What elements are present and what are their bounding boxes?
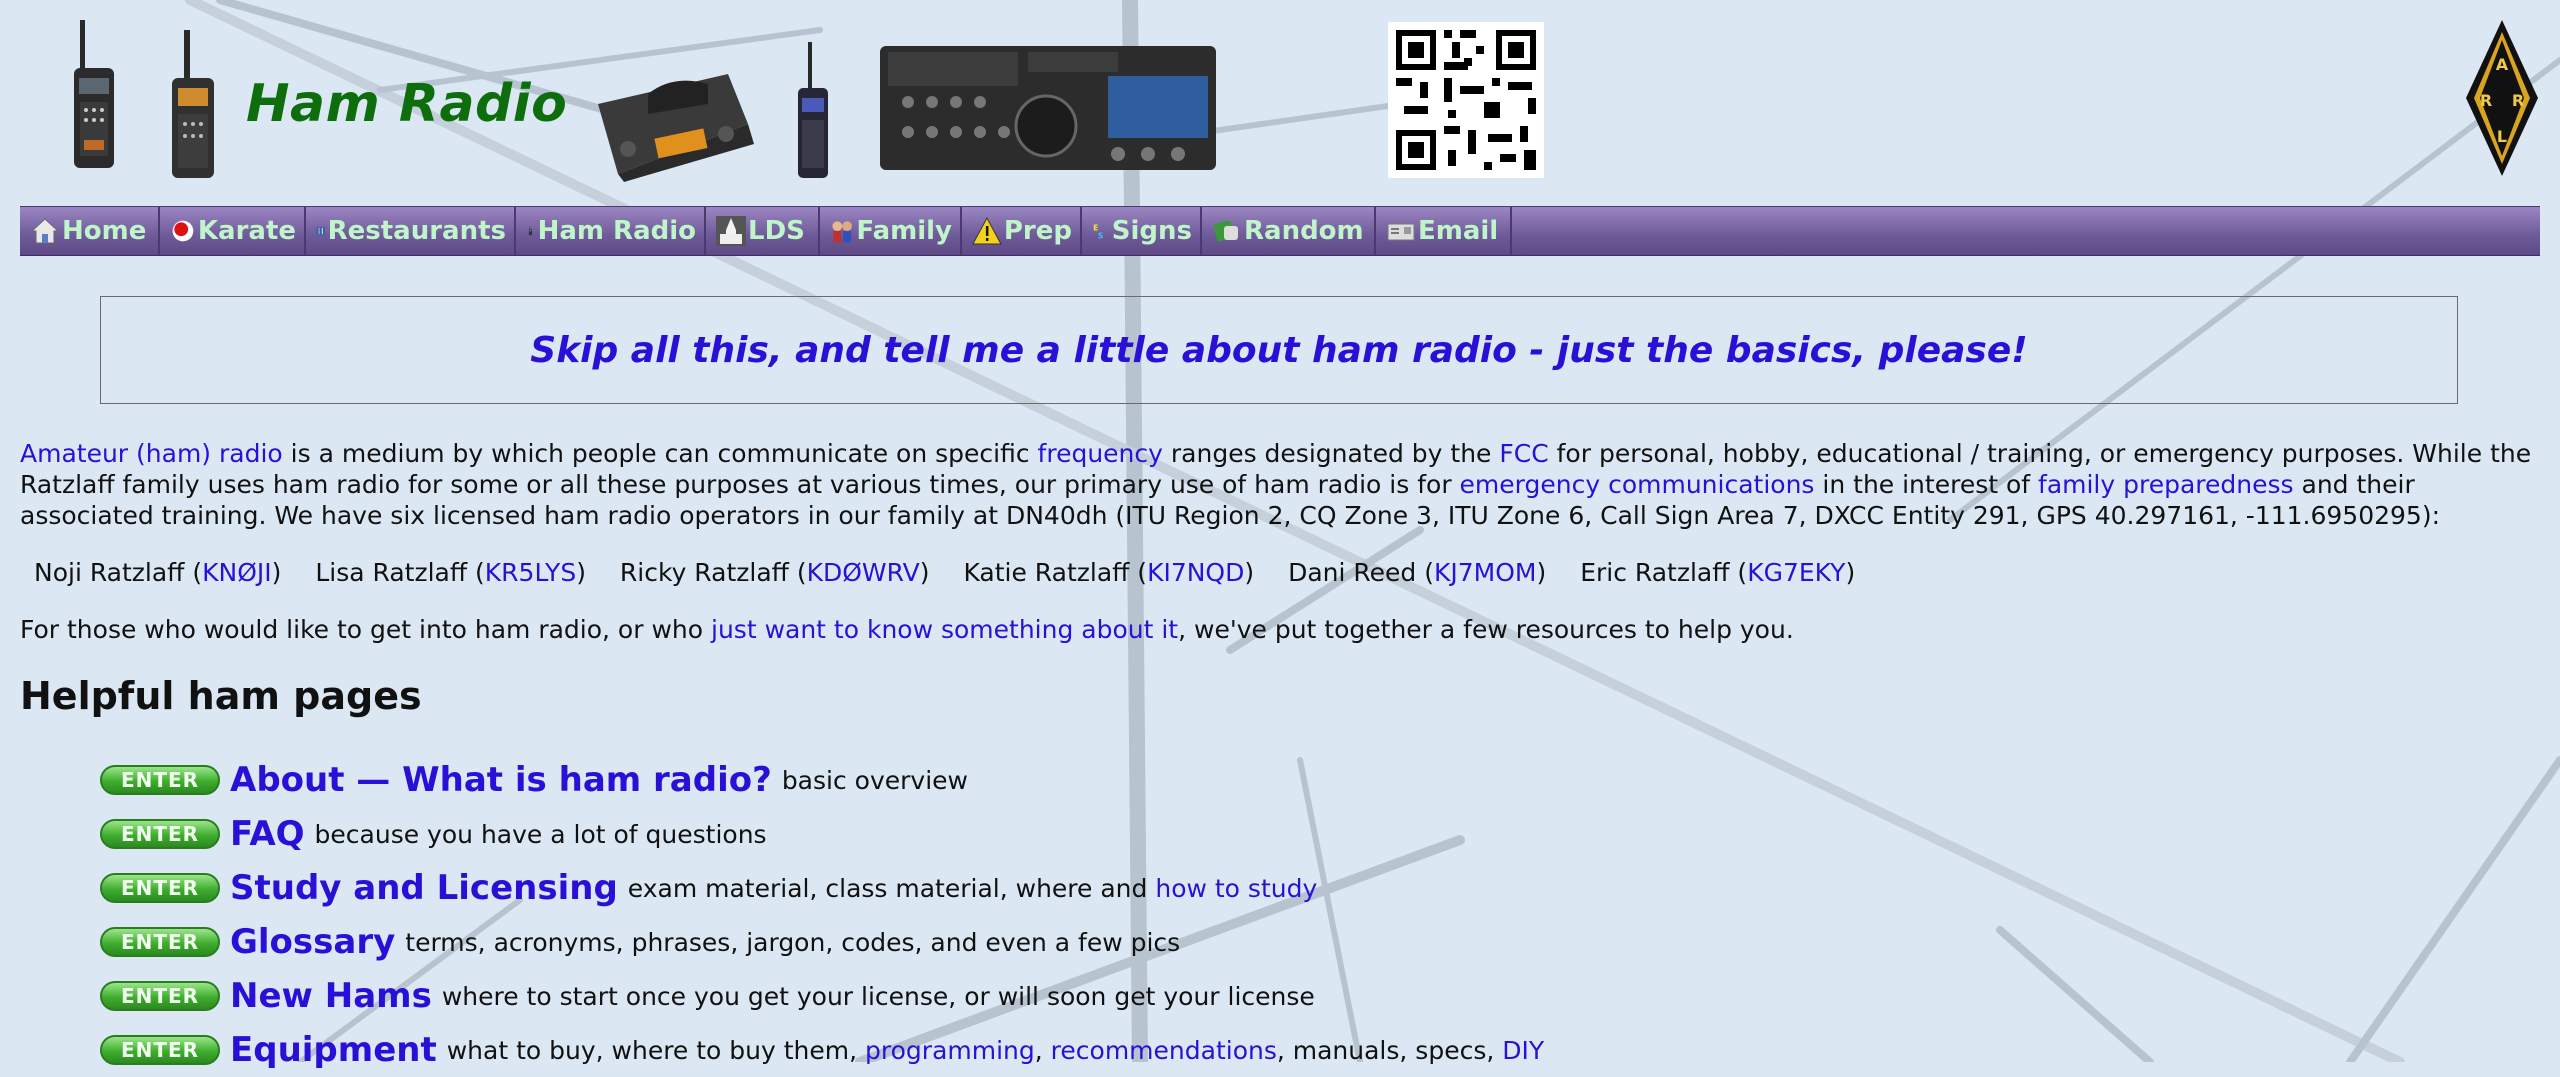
diy-link[interactable]: DIY — [1502, 1036, 1544, 1065]
programming-link[interactable]: programming — [865, 1036, 1035, 1065]
family-preparedness-link[interactable]: family preparedness — [2038, 470, 2294, 499]
page-description: because you have a lot of questions — [314, 819, 767, 849]
operator: Katie Ratzlaff (KI7NQD) — [963, 558, 1255, 587]
nav-item-label: Family — [856, 216, 952, 246]
nav-item-lds[interactable]: LDS — [706, 207, 820, 255]
nav-item-karate[interactable]: Karate — [160, 207, 306, 255]
page-description: where to start once you get your license… — [441, 981, 1315, 1011]
list-item: ENTER Study and Licensing exam material, c… — [100, 861, 1544, 915]
list-item: ENTER Glossary terms, acronyms, phrases, j… — [100, 915, 1544, 969]
svg-text:R: R — [2480, 91, 2492, 110]
list-item: ENTER Equipment what to buy, where to buy … — [100, 1023, 1544, 1077]
callsign-link[interactable]: KR5LYS — [485, 558, 576, 587]
fork-knife-icon — [316, 226, 325, 236]
page-link-study-and-licensing[interactable]: Study and Licensing — [230, 868, 618, 908]
emergency-communications-link[interactable]: emergency communications — [1460, 470, 1815, 499]
nav-item-family[interactable]: Family — [820, 207, 962, 255]
warning-icon — [972, 217, 1002, 245]
site-title: Ham Radio — [246, 74, 568, 134]
dice-icon — [1213, 220, 1238, 242]
handheld-radio-image — [172, 30, 214, 178]
svg-text:R: R — [2512, 91, 2524, 110]
nav-item-label: LDS — [748, 216, 805, 246]
svg-text:L: L — [2497, 127, 2507, 146]
page-link-glossary[interactable]: Glossary — [230, 922, 395, 962]
nav-item-prep[interactable]: Prep — [962, 207, 1082, 255]
enter-button[interactable]: ENTER — [100, 1035, 220, 1065]
know-something-link[interactable]: just want to know something about it — [711, 615, 1178, 644]
list-item: ENTER New Hams where to start once you get… — [100, 969, 1544, 1023]
skip-box: Skip all this, and tell me a little abou… — [100, 296, 2458, 404]
svg-text:E: E — [1093, 223, 1098, 232]
list-item: ENTER FAQ because you have a lot of questi… — [100, 807, 1544, 861]
operator: Lisa Ratzlaff (KR5LYS) — [315, 558, 586, 587]
svg-text:A: A — [2496, 55, 2509, 74]
house-icon — [30, 218, 60, 244]
nav-item-restaurants[interactable]: Restaurants — [306, 207, 516, 255]
handheld-radio-image — [798, 42, 828, 178]
helpful-pages-heading: Helpful ham pages — [20, 674, 422, 718]
operators-list: Noji Ratzlaff (KNØJI) Lisa Ratzlaff (KR5… — [34, 557, 2554, 588]
nav-item-label: Random — [1244, 216, 1364, 246]
operator: Eric Ratzlaff (KG7EKY) — [1580, 558, 1856, 587]
mobile-radio-image — [598, 74, 754, 182]
temple-icon — [716, 216, 746, 246]
skip-basics-link[interactable]: Skip all this, and tell me a little abou… — [530, 330, 2027, 371]
callsign-link[interactable]: KI7NQD — [1147, 558, 1244, 587]
handheld-radio-image — [74, 20, 114, 168]
signs-icon: ES — [1093, 223, 1104, 241]
page-link-about[interactable]: About — What is ham radio? — [230, 760, 772, 800]
nav-item-label: Home — [62, 216, 147, 246]
callsign-link[interactable]: KJ7MOM — [1434, 558, 1537, 587]
page-description: basic overview — [781, 765, 968, 795]
enter-button[interactable]: ENTER — [100, 873, 220, 903]
amateur-radio-link[interactable]: Amateur (ham) radio — [20, 439, 283, 468]
enter-button[interactable]: ENTER — [100, 981, 220, 1011]
recommendations-link[interactable]: recommendations — [1051, 1036, 1277, 1065]
svg-text:S: S — [1098, 232, 1104, 241]
callsign-link[interactable]: KG7EKY — [1747, 558, 1845, 587]
nav-item-signs[interactable]: ES Signs — [1082, 207, 1202, 255]
radio-icon — [528, 226, 533, 236]
base-station-radio-image — [880, 46, 1216, 170]
fcc-link[interactable]: FCC — [1499, 439, 1548, 468]
how-to-study-link[interactable]: how to study — [1155, 874, 1317, 903]
enter-button[interactable]: ENTER — [100, 765, 220, 795]
nav-item-label: Karate — [197, 216, 296, 246]
nav-item-label: Prep — [1003, 216, 1072, 246]
arrl-logo: A R R L — [2466, 20, 2538, 176]
callsign-link[interactable]: KDØWRV — [807, 558, 920, 587]
page-description: terms, acronyms, phrases, jargon, codes,… — [405, 927, 1181, 957]
enter-button[interactable]: ENTER — [100, 927, 220, 957]
helpful-pages-list: ENTER About — What is ham radio? basic ove… — [100, 753, 1544, 1077]
nav-item-label: Signs — [1111, 216, 1192, 246]
intro-paragraph: Amateur (ham) radio is a medium by which… — [20, 439, 2532, 530]
karate-icon — [172, 220, 194, 242]
nav-item-label: Email — [1418, 216, 1499, 246]
family-icon — [832, 221, 852, 243]
operator: Dani Reed (KJ7MOM) — [1288, 558, 1547, 587]
page-description: what to buy, where to buy them, programm… — [446, 1035, 1545, 1065]
list-item: ENTER About — What is ham radio? basic ove… — [100, 753, 1544, 807]
page-link-faq[interactable]: FAQ — [230, 814, 305, 854]
page-description: exam material, class material, where and… — [627, 873, 1318, 903]
header: Ham Radio A R R L — [0, 0, 2560, 200]
nav-item-label: Ham Radio — [537, 216, 696, 246]
nav-item-home[interactable]: Home — [20, 207, 160, 255]
main-nav: Home Karate Restaurants Ham Radio LDS Fa… — [20, 206, 2540, 256]
nav-item-label: Restaurants — [327, 216, 506, 246]
nav-item-email[interactable]: Email — [1376, 207, 1512, 255]
callsign-link[interactable]: KNØJI — [202, 558, 272, 587]
mail-icon — [1387, 223, 1415, 241]
operator: Ricky Ratzlaff (KDØWRV) — [619, 558, 930, 587]
page-link-equipment[interactable]: Equipment — [230, 1030, 437, 1070]
enter-button[interactable]: ENTER — [100, 819, 220, 849]
resources-paragraph: For those who would like to get into ham… — [20, 615, 1794, 644]
nav-item-random[interactable]: Random — [1202, 207, 1376, 255]
page-link-new-hams[interactable]: New Hams — [230, 976, 432, 1016]
nav-item-ham-radio[interactable]: Ham Radio — [516, 207, 706, 255]
qr-code-image — [1388, 22, 1544, 178]
operator: Noji Ratzlaff (KNØJI) — [34, 558, 282, 587]
frequency-link[interactable]: frequency — [1038, 439, 1163, 468]
